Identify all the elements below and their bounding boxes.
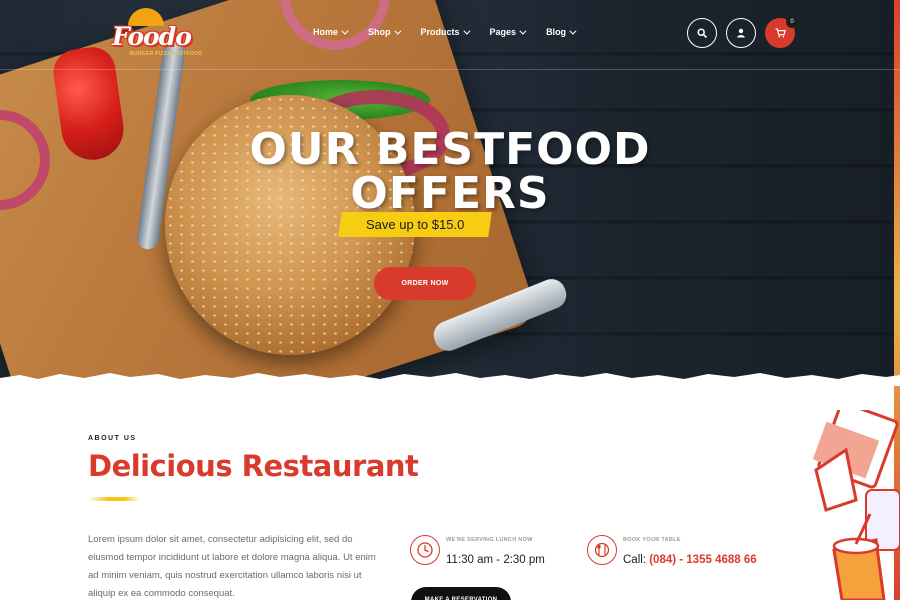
menu-item-products[interactable]: Products [420,27,470,37]
book-label: BOOK YOUR TABLE [623,537,681,543]
menu-item-label: Products [420,27,460,37]
chevron-down-icon [341,27,349,35]
promo-ribbon-text: Save up to $15.0 [365,217,465,232]
drink-illustration [812,410,900,600]
menu-item-shop[interactable]: Shop [368,27,401,37]
chevron-down-icon [519,27,527,35]
account-button[interactable] [726,18,756,48]
about-paragraph: Lorem ipsum dolor sit amet, consectetur … [88,534,376,599]
menu-item-label: Home [313,27,339,37]
make-reservation-button[interactable]: MAKE A RESERVATION [411,587,511,600]
chevron-down-icon [569,27,577,35]
about-title: Delicious Restaurant [88,449,419,483]
cart-count-badge: 0 [786,16,798,28]
search-button[interactable] [687,18,717,48]
search-icon [697,28,707,38]
top-navbar: Foodo BURGER PIZZA FASTFOOD Home Shop Pr… [0,0,900,70]
chevron-down-icon [462,27,470,35]
promo-ribbon: Save up to $15.0 [338,212,492,237]
menu-item-blog[interactable]: Blog [546,27,577,37]
dish-icon [587,535,617,565]
call-prefix: Call: [623,554,647,566]
lunch-hours: 11:30 am - 2:30 pm [446,554,545,566]
menu-item-label: Shop [368,27,391,37]
phone-link[interactable]: (084) - 1355 4688 66 [649,554,756,566]
chevron-down-icon [393,27,401,35]
lunch-label: WE'RE SERVING LUNCH NOW [446,537,533,543]
main-menu: Home Shop Products Pages Blog [313,27,577,37]
logo-text: Foodo [112,22,192,51]
brand-logo[interactable]: Foodo BURGER PIZZA FASTFOOD [112,8,202,62]
torn-paper-divider [0,373,900,386]
menu-item-label: Pages [489,27,517,37]
order-now-button[interactable]: ORDER NOW [374,267,476,300]
title-underline-decoration [88,497,140,501]
booking-phone: Call: (084) - 1355 4688 66 [623,554,757,566]
about-eyebrow: ABOUT US [88,435,137,442]
cart-icon [775,28,786,38]
menu-item-label: Blog [546,27,567,37]
user-icon [737,28,745,38]
clock-icon [410,535,440,565]
menu-item-home[interactable]: Home [313,27,349,37]
logo-tagline: BURGER PIZZA FASTFOOD [130,51,203,57]
menu-item-pages[interactable]: Pages [489,27,527,37]
